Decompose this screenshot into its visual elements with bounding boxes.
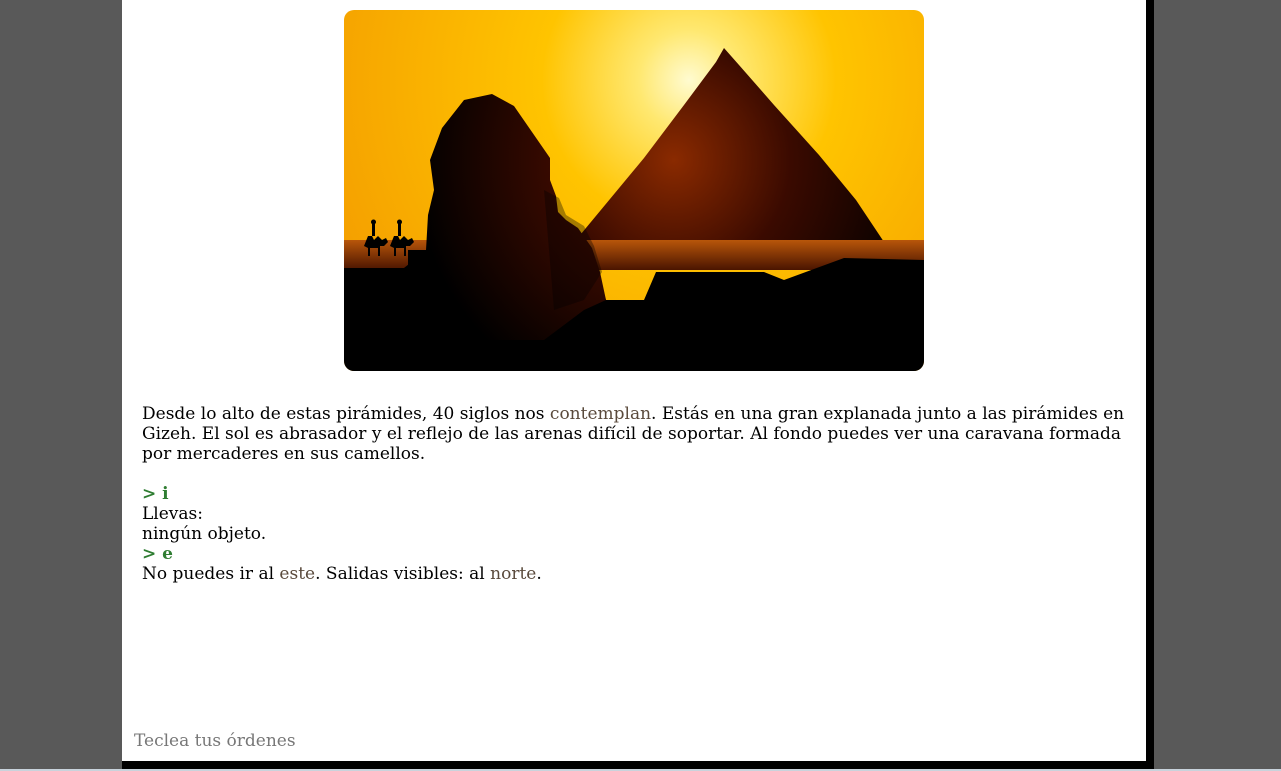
game-panel: Desde lo alto de estas pirámides, 40 sig… bbox=[122, 0, 1146, 761]
exit-link-norte[interactable]: norte bbox=[490, 564, 536, 584]
response-line: ningún objeto. bbox=[142, 524, 267, 544]
exit-link-este[interactable]: este bbox=[279, 564, 315, 584]
response-line: No puedes ir al este. Salidas visibles: … bbox=[142, 564, 542, 584]
command-echo: > i bbox=[142, 484, 169, 504]
game-transcript: Desde lo alto de estas pirámides, 40 sig… bbox=[142, 404, 1132, 584]
keyword-contemplan[interactable]: contemplan bbox=[550, 404, 651, 424]
response-line: Llevas: bbox=[142, 504, 203, 524]
pyramids-sphinx-sunset-image bbox=[344, 10, 924, 371]
command-echo: > e bbox=[142, 544, 173, 564]
command-input[interactable] bbox=[132, 728, 736, 754]
room-description: Desde lo alto de estas pirámides, 40 sig… bbox=[142, 404, 1125, 464]
scene-image bbox=[344, 10, 924, 371]
